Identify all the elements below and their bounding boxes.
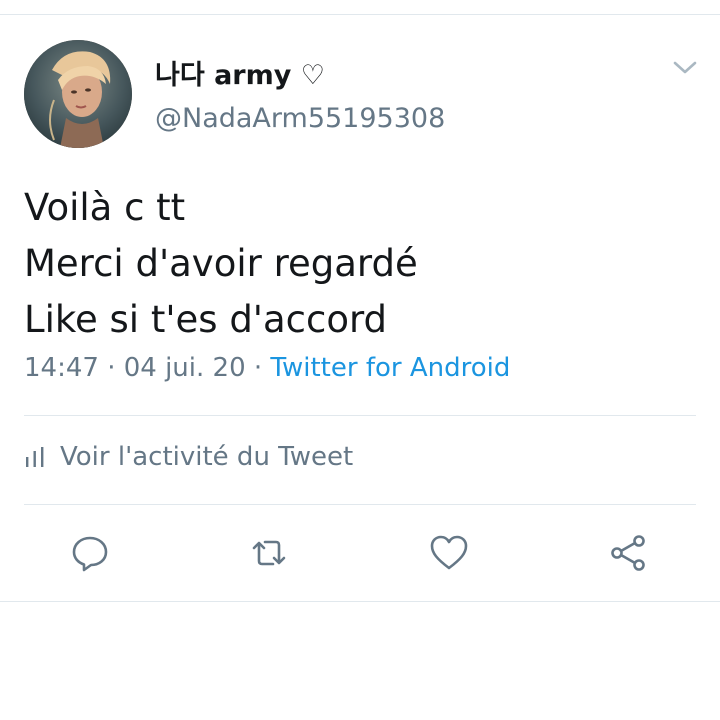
top-divider xyxy=(0,14,720,15)
share-button[interactable] xyxy=(608,533,648,573)
tweet-text-line: Merci d'avoir regardé xyxy=(24,242,418,285)
avatar[interactable] xyxy=(24,40,132,148)
tweet-metadata: 14:47 · 04 jui. 20 · Twitter for Android xyxy=(24,353,510,383)
share-icon xyxy=(611,535,645,571)
bottom-divider xyxy=(0,601,720,602)
meta-separator: · xyxy=(253,353,263,383)
display-name[interactable]: 나다 army ♡ xyxy=(155,53,325,92)
tweet-activity-button[interactable]: Voir l'activité du Tweet xyxy=(24,442,353,472)
tweet-text-line: Like si t'es d'accord xyxy=(24,298,388,341)
reply-button[interactable] xyxy=(70,533,110,573)
avatar-image xyxy=(24,40,132,148)
tweet-time: 14:47 xyxy=(24,353,99,383)
like-button[interactable] xyxy=(429,533,469,573)
tweet-source-link[interactable]: Twitter for Android xyxy=(270,353,510,383)
tweet-text: Voilà c tt Merci d'avoir regardé Like si… xyxy=(24,180,418,348)
divider xyxy=(24,415,696,416)
tweet-activity-label: Voir l'activité du Tweet xyxy=(60,442,354,472)
chevron-down-icon[interactable] xyxy=(672,58,698,78)
retweet-button[interactable] xyxy=(249,533,289,573)
tweet-text-line: Voilà c tt xyxy=(24,186,186,229)
stats-icon xyxy=(26,447,44,467)
divider xyxy=(24,504,696,505)
user-handle[interactable]: @NadaArm55195308 xyxy=(155,103,445,134)
retweet-icon xyxy=(252,540,286,566)
meta-separator: · xyxy=(107,353,116,383)
tweet-date: 04 jui. 20 xyxy=(123,353,246,383)
reply-icon xyxy=(72,536,108,572)
heart-icon xyxy=(430,535,468,570)
